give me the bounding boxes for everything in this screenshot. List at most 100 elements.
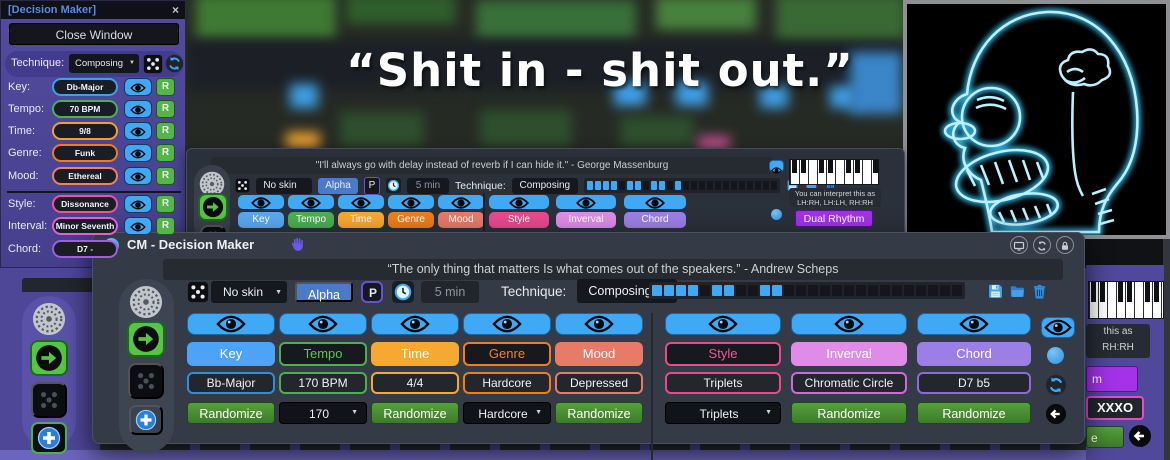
- chord-label[interactable]: Chord: [624, 212, 686, 228]
- time-value: 9/8: [52, 122, 118, 140]
- tempo-eye-button[interactable]: [124, 100, 152, 118]
- chord-randomize-button[interactable]: Randomize: [917, 402, 1031, 424]
- global-eye-toggle[interactable]: [1041, 317, 1075, 338]
- key-randomize-button[interactable]: Randomize: [187, 402, 275, 424]
- p-button[interactable]: P: [364, 177, 380, 195]
- dice-button[interactable]: [128, 363, 164, 399]
- genre-visibility-toggle[interactable]: [463, 313, 551, 335]
- time-eye-button[interactable]: [338, 195, 384, 209]
- advance-arrow-button[interactable]: [30, 340, 68, 376]
- pattern-field[interactable]: XXXO: [1086, 396, 1144, 420]
- mood-eye-button[interactable]: [438, 195, 484, 209]
- chord-label[interactable]: Chord: [917, 342, 1031, 366]
- add-button[interactable]: [31, 422, 67, 454]
- inverval-label[interactable]: Inverval: [791, 342, 907, 366]
- mood-label[interactable]: Mood: [438, 212, 484, 228]
- mood-randomize-button[interactable]: R: [156, 167, 175, 185]
- inverval-label[interactable]: Inverval: [556, 212, 616, 228]
- tempo-value: 70 BPM: [52, 100, 118, 118]
- interval-eye-button[interactable]: [124, 217, 152, 235]
- genre-label[interactable]: Genre: [463, 342, 551, 366]
- column-mood: Mood Depressed Randomize: [555, 313, 643, 459]
- style-label[interactable]: Style: [489, 212, 549, 228]
- tempo-label[interactable]: Tempo: [288, 212, 334, 228]
- back-arrow-button[interactable]: [1045, 403, 1067, 425]
- advance-arrow-button[interactable]: [198, 193, 228, 221]
- style-label[interactable]: Style: [665, 342, 781, 366]
- sequence-strip[interactable]: [649, 282, 965, 299]
- back-arrow-button[interactable]: [1128, 424, 1152, 448]
- key-randomize-button[interactable]: R: [156, 78, 175, 96]
- dice-button[interactable]: [31, 382, 67, 418]
- mood-visibility-toggle[interactable]: [555, 313, 643, 335]
- trash-icon[interactable]: [1031, 283, 1048, 300]
- sync-icon[interactable]: [165, 54, 184, 73]
- add-button[interactable]: [129, 405, 163, 435]
- key-eye-button[interactable]: [238, 195, 284, 209]
- interval-randomize-button[interactable]: R: [156, 217, 175, 235]
- time-visibility-toggle[interactable]: [371, 313, 459, 335]
- genre-eye-button[interactable]: [388, 195, 434, 209]
- genre-randomize-button[interactable]: R: [156, 144, 175, 162]
- alpha-button[interactable]: Alpha: [295, 282, 353, 302]
- dice-icon[interactable]: [235, 178, 250, 193]
- style-eye-button[interactable]: [124, 195, 152, 213]
- time-randomize-button[interactable]: R: [156, 122, 175, 140]
- monitor-icon[interactable]: [1010, 236, 1028, 254]
- time-eye-button[interactable]: [124, 122, 152, 140]
- dual-rhythm-button[interactable]: m: [1086, 366, 1138, 392]
- skin-dropdown[interactable]: No skin: [256, 178, 312, 194]
- p-button[interactable]: P: [361, 281, 383, 303]
- genre-label[interactable]: Genre: [388, 212, 434, 228]
- chord-visibility-toggle[interactable]: [917, 313, 1031, 335]
- tempo-label[interactable]: Tempo: [279, 342, 367, 366]
- tempo-randomize-button[interactable]: R: [156, 100, 175, 118]
- style-randomize-button[interactable]: R: [156, 195, 175, 213]
- close-icon[interactable]: ×: [172, 1, 179, 19]
- left-panel-header: [22, 278, 100, 292]
- lock-icon[interactable]: [1056, 236, 1074, 254]
- mood-eye-button[interactable]: [124, 167, 152, 185]
- clock-icon[interactable]: [391, 281, 415, 303]
- advance-arrow-button[interactable]: [127, 321, 165, 357]
- inverval-eye-button[interactable]: [556, 195, 616, 209]
- skin-dropdown[interactable]: No skin: [211, 281, 287, 303]
- randomize-button-clipped[interactable]: e: [1086, 426, 1124, 448]
- technique-dropdown[interactable]: Composing: [512, 178, 578, 194]
- tempo-visibility-toggle[interactable]: [279, 313, 367, 335]
- sequence-strip[interactable]: [584, 178, 780, 193]
- sync-icon[interactable]: [1045, 374, 1067, 396]
- inverval-randomize-button[interactable]: Randomize: [791, 402, 907, 424]
- style-eye-button[interactable]: [489, 195, 549, 209]
- time-label[interactable]: Time: [338, 212, 384, 228]
- key-visibility-toggle[interactable]: [187, 313, 275, 335]
- global-eye-toggle[interactable]: [769, 160, 784, 172]
- blue-indicator[interactable]: [1047, 347, 1064, 364]
- chord-eye-button[interactable]: [624, 195, 686, 209]
- key-label[interactable]: Key: [187, 342, 275, 366]
- dice-icon[interactable]: [187, 281, 209, 303]
- key-label[interactable]: Key: [238, 212, 284, 228]
- key-eye-button[interactable]: [124, 78, 152, 96]
- folder-icon[interactable]: [1009, 283, 1026, 300]
- technique-dropdown[interactable]: Composing: [69, 54, 139, 73]
- genre-eye-button[interactable]: [124, 144, 152, 162]
- save-icon[interactable]: [987, 283, 1004, 300]
- time-label[interactable]: Time: [371, 342, 459, 366]
- clock-icon[interactable]: [386, 178, 401, 193]
- close-window-button[interactable]: Close Window: [9, 23, 179, 45]
- dice-icon[interactable]: [143, 54, 163, 74]
- tempo-eye-button[interactable]: [288, 195, 334, 209]
- style-dropdown[interactable]: Triplets: [665, 402, 781, 424]
- tempo-dropdown[interactable]: 170: [279, 402, 367, 424]
- mood-randomize-button[interactable]: Randomize: [555, 402, 643, 424]
- mood-label[interactable]: Mood: [555, 342, 643, 366]
- blue-indicator[interactable]: [771, 209, 782, 220]
- style-visibility-toggle[interactable]: [665, 313, 781, 335]
- time-randomize-button[interactable]: Randomize: [371, 402, 459, 424]
- genre-dropdown[interactable]: Hardcore: [463, 402, 551, 424]
- sync-icon[interactable]: [1033, 236, 1051, 254]
- dual-rhythm-button[interactable]: Dual Rhythm: [795, 210, 873, 227]
- alpha-button[interactable]: Alpha: [318, 178, 358, 194]
- inverval-visibility-toggle[interactable]: [791, 313, 907, 335]
